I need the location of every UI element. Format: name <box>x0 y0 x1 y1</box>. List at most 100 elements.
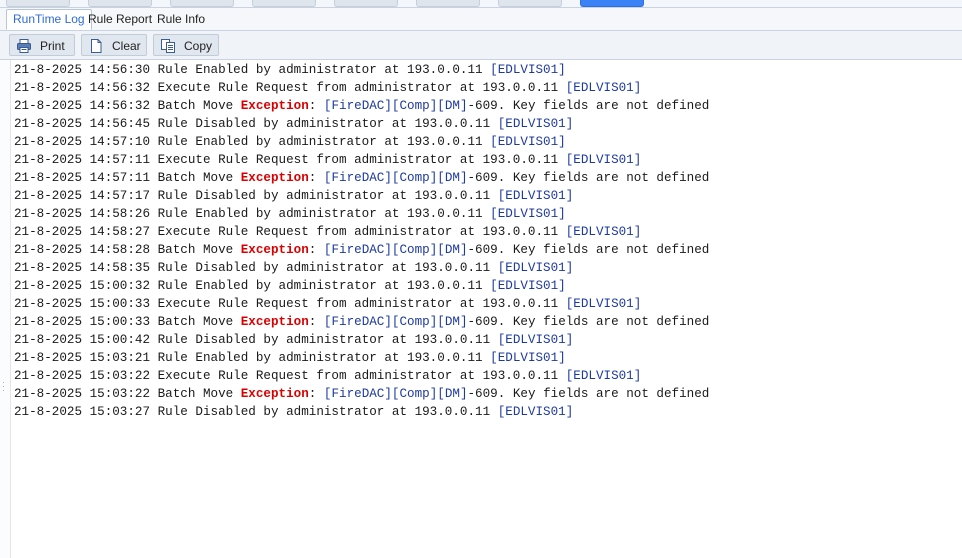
log-timestamp: 21-8-2025 15:03:22 <box>14 387 151 401</box>
log-message: Execute Rule Request from administrator … <box>157 225 559 239</box>
upper-tab-stub[interactable] <box>334 0 398 7</box>
log-source-tag: [EDLVIS01] <box>565 297 642 311</box>
log-source-tag: [EDLVIS01] <box>565 81 642 95</box>
upper-tab-stub[interactable] <box>252 0 316 7</box>
log-line: 21-8-2025 15:00:33 Batch Move Exception:… <box>10 313 962 331</box>
copy-button-label: Copy <box>184 39 213 53</box>
clear-button-label: Clear <box>112 39 141 53</box>
log-timestamp: 21-8-2025 14:56:45 <box>14 117 151 131</box>
clear-button[interactable]: Clear <box>81 34 147 56</box>
log-message: Batch Move <box>157 243 234 257</box>
log-source-tag: [FireDAC][Comp][DM] <box>323 315 468 329</box>
print-button[interactable]: Print <box>9 34 75 56</box>
log-separator: : <box>308 243 317 257</box>
upper-tab-stub[interactable] <box>88 0 152 7</box>
log-tabs: RunTime Log Rule Report Rule Info <box>0 8 962 31</box>
log-timestamp: 21-8-2025 14:58:26 <box>14 207 151 221</box>
upper-tab-stub[interactable] <box>416 0 480 7</box>
log-toolbar: Print Clear Copy <box>0 31 962 60</box>
log-separator: : <box>308 99 317 113</box>
log-message: Batch Move <box>157 171 234 185</box>
log-message: Execute Rule Request from administrator … <box>157 369 559 383</box>
log-source-tag: [EDLVIS01] <box>490 207 566 221</box>
log-line: 21-8-2025 14:58:26 Rule Enabled by admin… <box>10 205 962 223</box>
log-source-tag: [EDLVIS01] <box>565 153 642 167</box>
log-timestamp: 21-8-2025 15:03:22 <box>14 369 151 383</box>
log-message: Rule Disabled by administrator at 193.0.… <box>157 261 491 275</box>
log-message: Rule Disabled by administrator at 193.0.… <box>157 333 491 347</box>
log-line: 21-8-2025 14:56:32 Batch Move Exception:… <box>10 97 962 115</box>
log-timestamp: 21-8-2025 14:58:28 <box>14 243 151 257</box>
log-line: 21-8-2025 14:57:17 Rule Disabled by admi… <box>10 187 962 205</box>
log-timestamp: 21-8-2025 14:57:10 <box>14 135 151 149</box>
log-source-tag: [EDLVIS01] <box>497 189 574 203</box>
log-line: 21-8-2025 14:58:35 Rule Disabled by admi… <box>10 259 962 277</box>
log-source-tag: [EDLVIS01] <box>497 333 574 347</box>
log-exception-keyword: Exception <box>240 315 309 329</box>
print-button-label: Print <box>40 39 65 53</box>
tab-rule-report[interactable]: Rule Report <box>82 10 158 29</box>
log-separator: : <box>308 387 317 401</box>
upper-tab-stub[interactable] <box>498 0 562 7</box>
log-timestamp: 21-8-2025 14:57:17 <box>14 189 151 203</box>
log-timestamp: 21-8-2025 15:03:27 <box>14 405 151 419</box>
log-message: Batch Move <box>157 315 234 329</box>
log-timestamp: 21-8-2025 15:03:21 <box>14 351 151 365</box>
log-source-tag: [EDLVIS01] <box>490 135 566 149</box>
runtime-log-output[interactable]: 21-8-2025 14:56:30 Rule Enabled by admin… <box>10 61 962 558</box>
log-source-tag: [FireDAC][Comp][DM] <box>323 171 468 185</box>
log-line: 21-8-2025 14:56:32 Execute Rule Request … <box>10 79 962 97</box>
log-source-tag: [EDLVIS01] <box>497 261 574 275</box>
log-line: 21-8-2025 15:00:32 Rule Enabled by admin… <box>10 277 962 295</box>
log-timestamp: 21-8-2025 14:58:27 <box>14 225 151 239</box>
log-source-tag: [EDLVIS01] <box>497 117 574 131</box>
log-timestamp: 21-8-2025 14:56:32 <box>14 81 151 95</box>
log-message: Rule Enabled by administrator at 193.0.0… <box>157 207 483 221</box>
log-message: Rule Enabled by administrator at 193.0.0… <box>157 351 483 365</box>
log-error-detail: -609. Key fields are not defined <box>467 387 710 401</box>
grip-dots-icon: · · · <box>2 377 5 395</box>
log-timestamp: 21-8-2025 15:00:33 <box>14 297 151 311</box>
log-message: Rule Enabled by administrator at 193.0.0… <box>157 63 483 77</box>
log-line: 21-8-2025 14:57:10 Rule Enabled by admin… <box>10 133 962 151</box>
upper-tab-stub[interactable] <box>6 0 70 7</box>
log-error-detail: -609. Key fields are not defined <box>467 171 710 185</box>
log-timestamp: 21-8-2025 15:00:32 <box>14 279 151 293</box>
log-timestamp: 21-8-2025 14:56:30 <box>14 63 151 77</box>
log-timestamp: 21-8-2025 15:00:33 <box>14 315 151 329</box>
log-line: 21-8-2025 15:03:21 Rule Enabled by admin… <box>10 349 962 367</box>
log-source-tag: [EDLVIS01] <box>490 279 566 293</box>
log-message: Batch Move <box>157 387 234 401</box>
log-line: 21-8-2025 14:57:11 Execute Rule Request … <box>10 151 962 169</box>
tab-rule-info[interactable]: Rule Info <box>151 10 211 29</box>
log-message: Rule Disabled by administrator at 193.0.… <box>157 189 491 203</box>
log-source-tag: [EDLVIS01] <box>497 405 574 419</box>
log-line: 21-8-2025 14:58:27 Execute Rule Request … <box>10 223 962 241</box>
log-source-tag: [EDLVIS01] <box>490 351 566 365</box>
log-message: Execute Rule Request from administrator … <box>157 153 559 167</box>
log-line: 21-8-2025 15:00:42 Rule Disabled by admi… <box>10 331 962 349</box>
log-source-tag: [EDLVIS01] <box>565 369 642 383</box>
log-source-tag: [FireDAC][Comp][DM] <box>323 387 468 401</box>
log-source-tag: [FireDAC][Comp][DM] <box>323 243 468 257</box>
log-line: 21-8-2025 14:56:45 Rule Disabled by admi… <box>10 115 962 133</box>
log-exception-keyword: Exception <box>240 387 309 401</box>
log-timestamp: 21-8-2025 14:58:35 <box>14 261 151 275</box>
upper-tab-stub[interactable] <box>170 0 234 7</box>
blank-document-icon <box>88 38 104 54</box>
log-separator: : <box>308 315 317 329</box>
tab-runtime-log[interactable]: RunTime Log <box>6 9 92 30</box>
log-message: Execute Rule Request from administrator … <box>157 81 559 95</box>
log-line: 21-8-2025 15:03:22 Batch Move Exception:… <box>10 385 962 403</box>
log-timestamp: 21-8-2025 14:56:32 <box>14 99 151 113</box>
log-error-detail: -609. Key fields are not defined <box>467 243 710 257</box>
log-line: 21-8-2025 14:57:11 Batch Move Exception:… <box>10 169 962 187</box>
copy-button[interactable]: Copy <box>153 34 219 56</box>
log-message: Execute Rule Request from administrator … <box>157 297 559 311</box>
log-timestamp: 21-8-2025 14:57:11 <box>14 171 151 185</box>
log-source-tag: [FireDAC][Comp][DM] <box>323 99 468 113</box>
log-timestamp: 21-8-2025 15:00:42 <box>14 333 151 347</box>
log-error-detail: -609. Key fields are not defined <box>467 315 710 329</box>
log-line: 21-8-2025 15:03:22 Execute Rule Request … <box>10 367 962 385</box>
upper-tab-stub-active[interactable] <box>580 0 644 7</box>
